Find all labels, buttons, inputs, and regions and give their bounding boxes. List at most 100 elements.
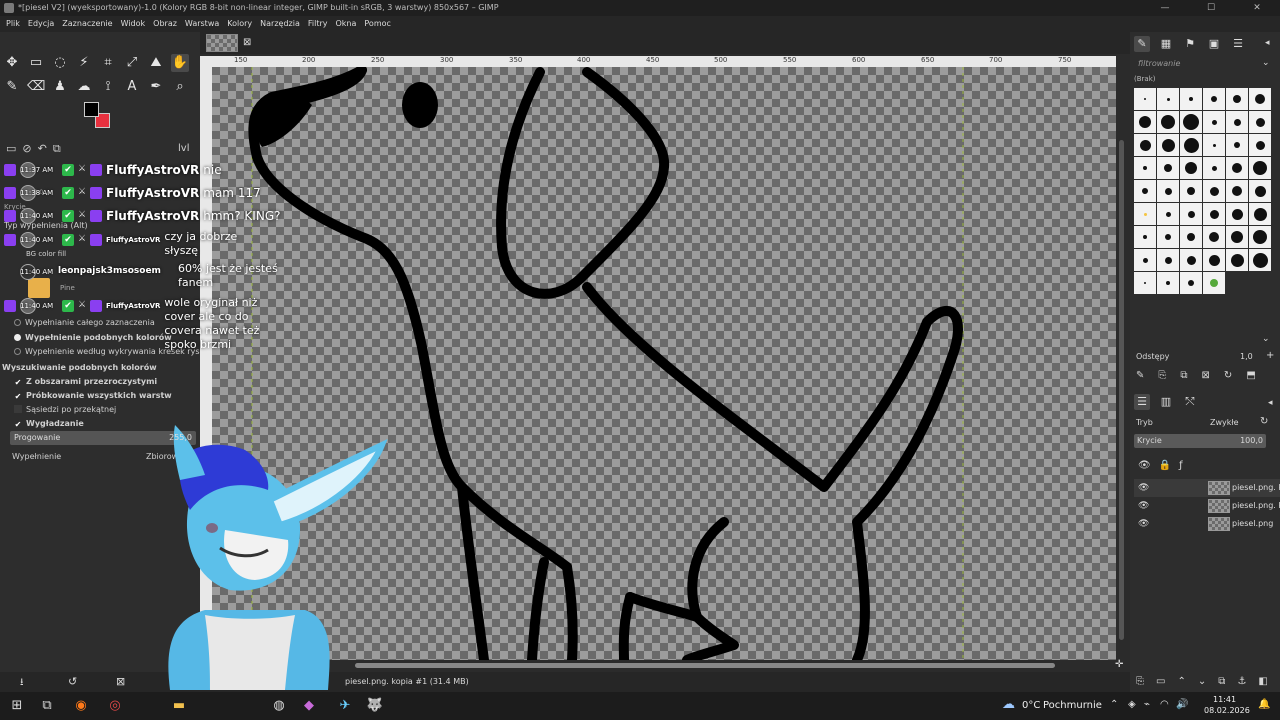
clone-tool-icon[interactable]: ♟	[51, 78, 69, 96]
brush-tile[interactable]	[1203, 88, 1225, 110]
fill-transparent-option[interactable]: ✔ Z obszarami przezroczystymi	[14, 377, 158, 387]
brush-tile[interactable]	[1134, 134, 1156, 156]
rect-select-tool-icon[interactable]: ▭	[27, 54, 45, 72]
brush-tile[interactable]	[1249, 111, 1271, 133]
brush-tile[interactable]	[1226, 203, 1248, 225]
file-explorer-icon[interactable]: ▬	[170, 697, 188, 715]
brush-tile[interactable]	[1134, 180, 1156, 202]
menu-layer[interactable]: Warstwa	[181, 16, 223, 32]
task-view-icon[interactable]: ⧉	[38, 697, 56, 715]
eye-icon[interactable]: 👁	[1138, 497, 1149, 515]
brush-tile[interactable]	[1203, 272, 1225, 294]
brush-tile[interactable]	[1226, 157, 1248, 179]
check-transparent[interactable]: ✔	[14, 379, 22, 387]
fuzzy-select-tool-icon[interactable]: ⚡	[75, 54, 93, 72]
brush-tile[interactable]	[1180, 180, 1202, 202]
check-sample-merged[interactable]: ✔	[14, 393, 22, 401]
dock-menu-icon[interactable]: ◂	[1265, 38, 1270, 48]
volume-icon[interactable]: 🔊	[1176, 699, 1188, 710]
vertical-scrollbar[interactable]	[1116, 56, 1130, 660]
brush-tile[interactable]	[1226, 111, 1248, 133]
weather-temp[interactable]: 0°C	[1022, 700, 1040, 711]
horizontal-scroll-thumb[interactable]	[355, 663, 1055, 668]
layer-row[interactable]: 👁 piesel.png	[1134, 515, 1280, 533]
mask-icon[interactable]: ◧	[1258, 676, 1267, 687]
fx-icon[interactable]: ƒ	[1179, 460, 1183, 471]
brush-tile[interactable]	[1157, 134, 1179, 156]
reset-mode-icon[interactable]: ↻	[1260, 416, 1268, 427]
patterns-tab-icon[interactable]: ▦	[1158, 36, 1174, 52]
minimize-button[interactable]: —	[1142, 0, 1188, 16]
brush-tile[interactable]	[1157, 111, 1179, 133]
paths-tab-icon[interactable]: ⤲	[1182, 394, 1198, 410]
refresh-brushes-icon[interactable]: ↻	[1224, 370, 1232, 381]
menu-view[interactable]: Widok	[117, 16, 150, 32]
reset-tool-icon[interactable]: ↺	[68, 675, 77, 688]
brush-tile[interactable]	[1180, 226, 1202, 248]
image-tab-close-icon[interactable]: ⊠	[243, 37, 251, 48]
text-tool-icon[interactable]: A	[123, 78, 141, 96]
bucket-fill-tool-icon[interactable]: ✋	[171, 54, 189, 72]
device-status-tab-icon[interactable]: ⊘	[22, 142, 31, 160]
new-brush-icon[interactable]: ⎘	[1158, 370, 1166, 381]
new-layer-icon[interactable]: ⎘	[1136, 676, 1144, 687]
brush-tile[interactable]	[1157, 249, 1179, 271]
menu-help[interactable]: Pomoc	[360, 16, 395, 32]
brush-tile[interactable]	[1226, 180, 1248, 202]
brush-tile[interactable]	[1203, 226, 1225, 248]
firefox-icon[interactable]: ◉	[72, 697, 90, 715]
brush-tile[interactable]	[1226, 226, 1248, 248]
move-tool-icon[interactable]: ✥	[3, 54, 21, 72]
lower-layer-icon[interactable]: ⌄	[1198, 676, 1206, 687]
menu-select[interactable]: Zaznaczenie	[58, 16, 116, 32]
layers-tab-icon[interactable]: ☰	[1134, 394, 1150, 410]
brush-tile[interactable]	[1226, 88, 1248, 110]
vertical-scroll-thumb[interactable]	[1119, 140, 1124, 640]
brush-tile[interactable]	[1203, 111, 1225, 133]
brush-tile[interactable]	[1134, 111, 1156, 133]
diagonal-neighbors-option[interactable]: Sąsiedzi po przekątnej	[14, 405, 116, 414]
brush-tile[interactable]	[1203, 249, 1225, 271]
layers-menu-icon[interactable]: ◂	[1268, 398, 1273, 408]
browser-icon[interactable]: ◎	[106, 697, 124, 715]
brush-tile[interactable]	[1157, 203, 1179, 225]
brush-tile[interactable]	[1226, 249, 1248, 271]
undo-history-tab-icon[interactable]: ↶	[38, 142, 47, 160]
tool-options-tab-icon[interactable]: ▭	[6, 142, 16, 160]
brush-tile[interactable]	[1157, 180, 1179, 202]
images-tab-icon[interactable]: ⧉	[53, 142, 61, 160]
spacing-plus-icon[interactable]: +	[1266, 350, 1274, 361]
paintbrush-tool-icon[interactable]: ✎	[3, 78, 21, 96]
fonts-tab-icon[interactable]: ⚑	[1182, 36, 1198, 52]
brush-tile[interactable]	[1180, 88, 1202, 110]
delete-brush-icon[interactable]: ⊠	[1202, 370, 1210, 381]
app-icon[interactable]: ✈	[336, 697, 354, 715]
duplicate-layer-icon[interactable]: ⧉	[1218, 676, 1225, 687]
clock-date[interactable]: 08.02.2026	[1204, 706, 1250, 715]
smudge-tool-icon[interactable]: ☁	[75, 78, 93, 96]
close-button[interactable]: ✕	[1234, 0, 1280, 16]
tray-expand-icon[interactable]: ⌃	[1110, 699, 1118, 710]
spacing-value[interactable]: 1,0	[1240, 352, 1253, 361]
brush-tile[interactable]	[1157, 157, 1179, 179]
new-group-icon[interactable]: ▭	[1156, 676, 1165, 687]
brush-tile[interactable]	[1134, 249, 1156, 271]
brush-tile[interactable]	[1157, 272, 1179, 294]
maximize-button[interactable]: ☐	[1188, 0, 1234, 16]
brush-tile[interactable]	[1249, 134, 1271, 156]
zoom-tool-icon[interactable]: ⌕	[171, 78, 189, 96]
lasso-tool-icon[interactable]: ◌	[51, 54, 69, 72]
weather-text[interactable]: Pochmurnie	[1043, 700, 1102, 711]
tray-app-icon[interactable]: ◈	[1128, 699, 1136, 710]
brush-tile[interactable]	[1134, 226, 1156, 248]
brush-tile[interactable]	[1203, 134, 1225, 156]
brush-tile[interactable]	[1203, 157, 1225, 179]
image-tab-thumbnail[interactable]	[206, 34, 238, 52]
brush-tile[interactable]	[1180, 272, 1202, 294]
menu-windows[interactable]: Okna	[331, 16, 360, 32]
check-antialiasing[interactable]: ✔	[14, 421, 22, 429]
menu-image[interactable]: Obraz	[149, 16, 181, 32]
expand-chevron-icon[interactable]: ⌄	[1262, 334, 1270, 344]
brush-tile[interactable]	[1180, 157, 1202, 179]
channels-tab-icon[interactable]: ▥	[1158, 394, 1174, 410]
